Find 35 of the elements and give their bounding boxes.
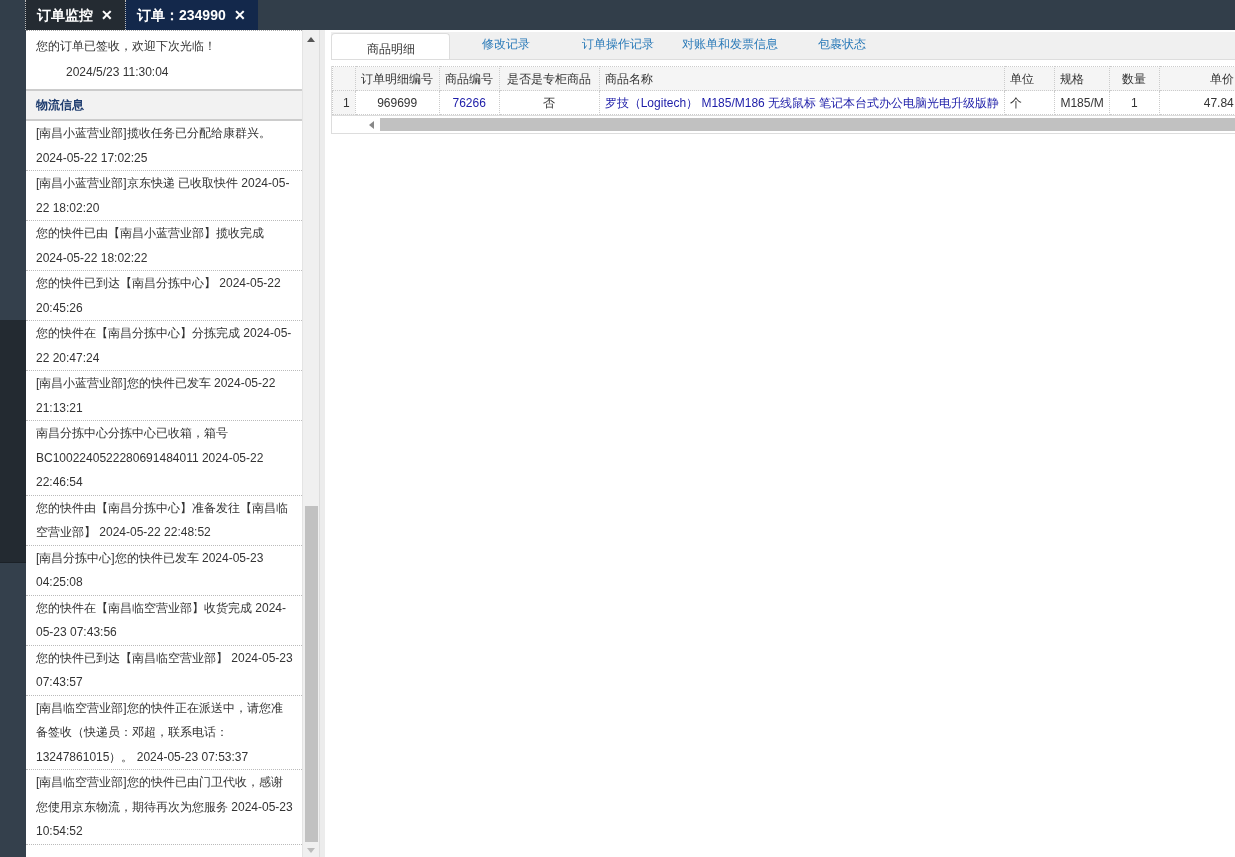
- table-cell: 个: [1004, 90, 1055, 115]
- tab[interactable]: 订单操作记录: [562, 35, 674, 59]
- tab[interactable]: 商品明细: [331, 33, 450, 59]
- scrollbar[interactable]: [302, 30, 319, 857]
- row-number: 1: [332, 90, 356, 115]
- table-link[interactable]: 76266: [439, 90, 500, 115]
- table-cell: M185/M: [1054, 90, 1110, 115]
- scroll-thumb[interactable]: [304, 506, 318, 842]
- close-icon[interactable]: ✕: [233, 4, 246, 26]
- column-header: 单价: [1159, 66, 1235, 91]
- scroll-left-icon[interactable]: [369, 120, 374, 129]
- notice-time: 2024/5/23 11:30:04: [65, 64, 170, 81]
- tab[interactable]: 订单：234990 ✕: [125, 0, 258, 30]
- column-header: 单位: [1004, 66, 1055, 91]
- column-header: 商品名称: [599, 66, 1005, 91]
- table-cell: 1: [1109, 90, 1160, 115]
- tab-label[interactable]: 订单监控: [37, 4, 93, 26]
- tab[interactable]: 对账单和发票信息: [674, 35, 786, 59]
- tab-label[interactable]: 订单：234990: [137, 4, 226, 26]
- column-header: 规格: [1054, 66, 1110, 91]
- table-link[interactable]: 罗技（Logitech） M185/M186 无线鼠标 笔记本台式办公电脑光电升级版静: [599, 90, 1005, 115]
- column-header: 是否是专柜商品: [499, 66, 600, 91]
- tab[interactable]: 修改记录: [450, 35, 562, 59]
- column-header: 商品编号: [439, 66, 500, 91]
- section-header: 物流信息: [26, 90, 302, 121]
- notice-text: 您的订单已签收，欢迎下次光临！: [36, 38, 217, 55]
- scroll-thumb[interactable]: [380, 118, 1235, 131]
- close-icon[interactable]: ✕: [101, 4, 113, 26]
- table-cell: 否: [499, 90, 600, 115]
- column-header: 数量: [1109, 66, 1160, 91]
- table-cell: 969699: [355, 90, 440, 115]
- column-header: 订单明细编号: [355, 66, 440, 91]
- tab[interactable]: 订单监控 ✕: [25, 0, 125, 30]
- tab[interactable]: 包裹状态: [786, 35, 898, 59]
- scrollbar[interactable]: [332, 115, 1235, 134]
